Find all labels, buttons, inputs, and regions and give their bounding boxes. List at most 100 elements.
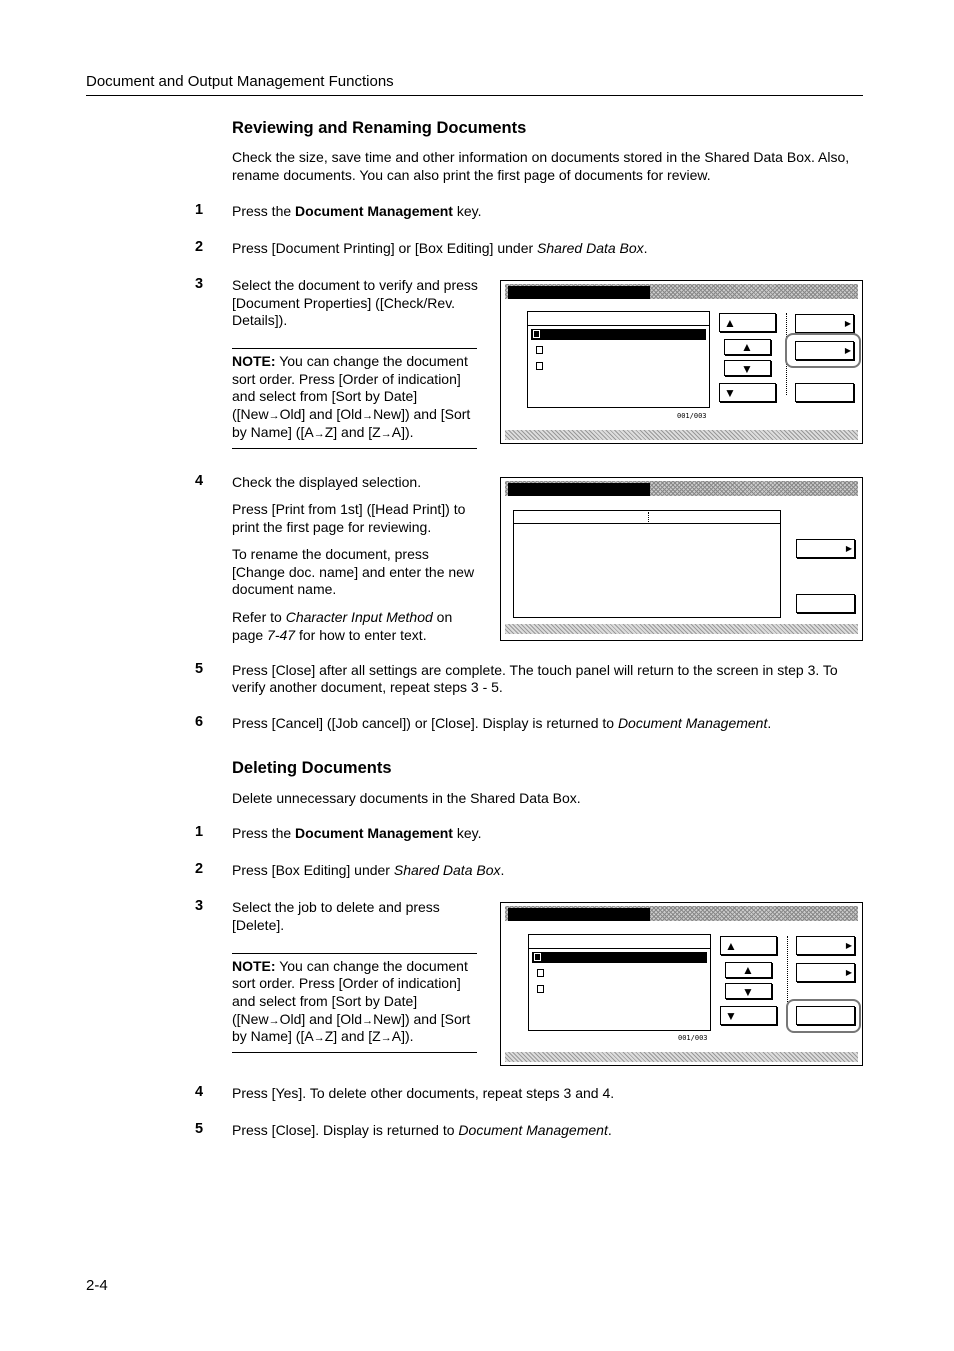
triangle-up-icon: ▲ [741,340,753,354]
screen-document-list: 001/003 ▲ ▲ ▼ ▼ ▶ ▶ [500,280,863,444]
header-rule [86,95,863,96]
document-icon[interactable] [537,985,544,993]
triangle-up-icon: ▲ [725,939,737,953]
scroll-top-button[interactable]: ▲ [719,313,776,332]
arrow-right-icon: ▶ [845,940,852,950]
arrow-icon: → [362,1015,374,1027]
step4-para3-line3: document name. [232,581,337,597]
highlight-ring [785,333,861,368]
step4-para2-line1: Press [Print from 1st] ([Head Print]) to [232,501,466,517]
screen-delete-documents: 001/003 ▲ ▲ ▼ ▼ ▶ ▶ [500,902,863,1066]
page-counter: 001/003 [677,412,707,420]
triangle-down-icon: ▼ [724,386,736,400]
document-list-panel [528,934,711,1031]
arrow-icon: → [380,428,392,440]
step-text-line1: Select the document to verify and press [232,277,478,293]
scroll-down-button[interactable]: ▼ [724,360,771,376]
list-item-selected[interactable] [532,952,707,963]
step-text: Press the Document Management key. [232,203,482,219]
details-panel [513,510,781,618]
scroll-up-button[interactable]: ▲ [724,339,771,355]
scroll-bottom-button[interactable]: ▼ [720,1006,777,1025]
step-text-line2: verify another document, repeat steps 3 … [232,679,503,695]
step-text: Press [Document Printing] or [Box Editin… [232,240,648,256]
triangle-up-icon: ▲ [724,316,736,330]
note-bottom-rule [232,448,477,449]
arrow-icon: → [313,428,325,440]
triangle-down-icon: ▼ [741,362,753,376]
note-bottom-rule [232,1052,477,1053]
step4-para3-line1: To rename the document, press [232,546,429,562]
running-header: Document and Output Management Functions [86,73,394,90]
arrow-right-icon: ▶ [845,543,852,553]
step-text: Press [Cancel] ([Job cancel]) or [Close]… [232,715,772,731]
step-number: 2 [195,861,204,877]
step-text-line1: Press [Close] after all settings are com… [232,662,838,678]
arrow-icon: → [268,1015,280,1027]
note-line5: by Name] ([A→Z] and [Z→A]). [232,424,414,440]
note-line1: NOTE: You can change the document [232,958,468,974]
screen-title-bar [505,481,858,496]
scroll-bottom-button[interactable]: ▼ [719,383,776,402]
document-icon [534,953,541,961]
close-button[interactable] [796,594,855,613]
note-line2: sort order. Press [Order of indication] [232,975,461,991]
note-line2: sort order. Press [Order of indication] [232,371,461,387]
order-of-indication-button[interactable]: ▶ [795,314,854,333]
screen-bottom-bar [505,1052,858,1062]
step4-para4-line1: Refer to Character Input Method on [232,609,453,625]
document-list-panel [527,311,710,408]
step-number: 4 [195,473,204,489]
step-number: 5 [195,661,204,677]
arrow-right-icon: ▶ [845,967,852,977]
page-counter: 001/003 [678,1034,708,1042]
step-number: 6 [195,714,204,730]
screen-title-bar [505,284,858,299]
scroll-up-button[interactable]: ▲ [725,962,772,978]
action-button[interactable] [795,383,854,402]
note-line5: by Name] ([A→Z] and [Z→A]). [232,1028,414,1044]
document-icon [533,330,540,338]
section1-intro-line2: rename documents. You can also print the… [232,167,711,183]
note-line4: ([New→Old] and [Old→New]) and [Sort [232,406,471,422]
step4-para4-line2: page 7-47 for how to enter text. [232,627,427,643]
print-from-first-button[interactable]: ▶ [796,539,855,558]
step-number: 3 [195,898,204,914]
step-text-line1: Select the job to delete and press [232,899,440,915]
step-text-line2: [Delete]. [232,917,285,933]
screen-title-bar [505,906,858,921]
note-top-rule [232,348,477,349]
step-number: 3 [195,276,204,292]
triangle-up-icon: ▲ [742,963,754,977]
screen-bottom-bar [505,430,858,440]
step-text: Press [Box Editing] under Shared Data Bo… [232,862,505,878]
section-heading-deleting: Deleting Documents [232,759,392,777]
step-text: Press [Yes]. To delete other documents, … [232,1085,615,1101]
step-number: 4 [195,1084,204,1100]
step-text-line3: Details]). [232,312,288,328]
document-icon[interactable] [537,969,544,977]
note-line3: and select from [Sort by Date] [232,993,418,1009]
section2-intro: Delete unnecessary documents in the Shar… [232,790,581,806]
arrow-icon: → [313,1032,325,1044]
document-properties-button[interactable]: ▶ [796,963,855,982]
step4-para3-line2: [Change doc. name] and enter the new [232,564,475,580]
triangle-down-icon: ▼ [742,985,754,999]
list-item-selected[interactable] [531,329,706,340]
scroll-down-button[interactable]: ▼ [725,983,772,999]
arrow-icon: → [362,410,374,422]
step-text: Check the displayed selection. [232,474,422,490]
order-of-indication-button[interactable]: ▶ [796,936,855,955]
step-number: 2 [195,239,204,255]
note-line1: NOTE: You can change the document [232,353,468,369]
triangle-down-icon: ▼ [725,1009,737,1023]
arrow-right-icon: ▶ [844,318,851,328]
screen-document-details: ▶ [500,477,863,641]
document-icon[interactable] [536,362,543,370]
step-number: 1 [195,824,204,840]
section1-intro-line1: Check the size, save time and other info… [232,149,850,165]
document-icon[interactable] [536,346,543,354]
scroll-top-button[interactable]: ▲ [720,936,777,955]
highlight-ring [786,999,861,1033]
step-text: Press the Document Management key. [232,825,482,841]
